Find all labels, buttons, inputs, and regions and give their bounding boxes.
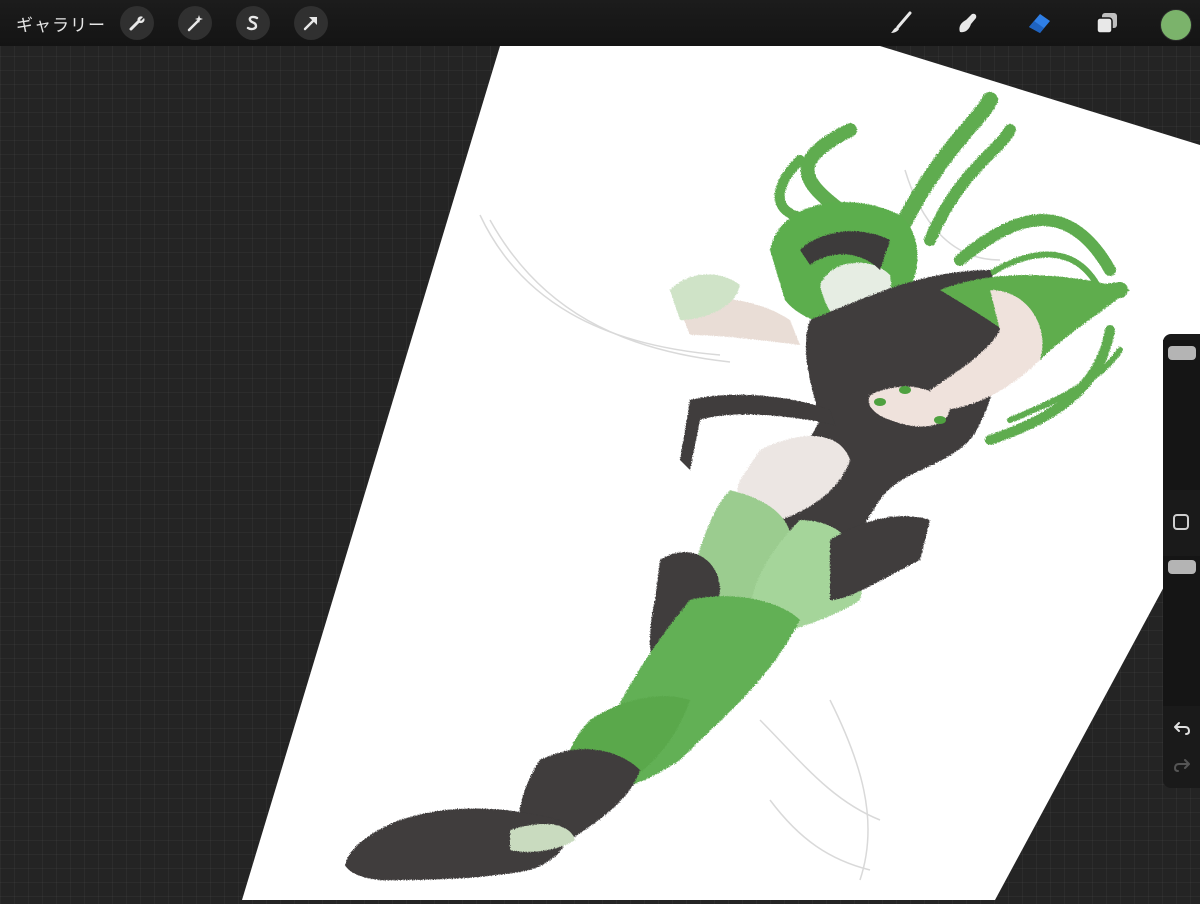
- transform-button[interactable]: [294, 6, 328, 40]
- undo-button[interactable]: [1171, 717, 1193, 739]
- selection-button[interactable]: [236, 6, 270, 40]
- brush-button[interactable]: [886, 8, 916, 38]
- selection-s-icon: [246, 15, 259, 31]
- brush-icon: [891, 11, 912, 33]
- drawing-canvas[interactable]: [0, 0, 1200, 900]
- eraser-icon: [1029, 14, 1050, 33]
- brush-size-thumb[interactable]: [1168, 346, 1196, 360]
- layers-icon: [1096, 13, 1117, 34]
- side-bar: [1163, 334, 1200, 788]
- redo-icon: [1173, 759, 1190, 772]
- adjustments-button[interactable]: [178, 6, 212, 40]
- square-modifier-icon[interactable]: [1173, 514, 1189, 530]
- color-picker-button[interactable]: [1160, 9, 1192, 41]
- wrench-icon: [129, 16, 145, 31]
- eraser-button[interactable]: [1024, 8, 1054, 38]
- layers-button[interactable]: [1092, 8, 1122, 38]
- canvas-artwork: [242, 46, 1200, 900]
- magic-wand-icon: [187, 15, 203, 32]
- opacity-thumb[interactable]: [1168, 560, 1196, 574]
- actions-button[interactable]: [120, 6, 154, 40]
- redo-button[interactable]: [1171, 754, 1193, 776]
- top-toolbar: ギャラリー: [0, 0, 1200, 46]
- opacity-slider[interactable]: [1163, 556, 1200, 706]
- arrow-cursor-icon: [303, 17, 317, 31]
- brush-size-slider[interactable]: [1163, 340, 1200, 490]
- undo-icon: [1174, 722, 1191, 735]
- gallery-button[interactable]: ギャラリー: [16, 11, 106, 36]
- canvas-paper: [242, 46, 1200, 900]
- smudge-finger-icon: [959, 13, 977, 33]
- smudge-button[interactable]: [952, 8, 982, 38]
